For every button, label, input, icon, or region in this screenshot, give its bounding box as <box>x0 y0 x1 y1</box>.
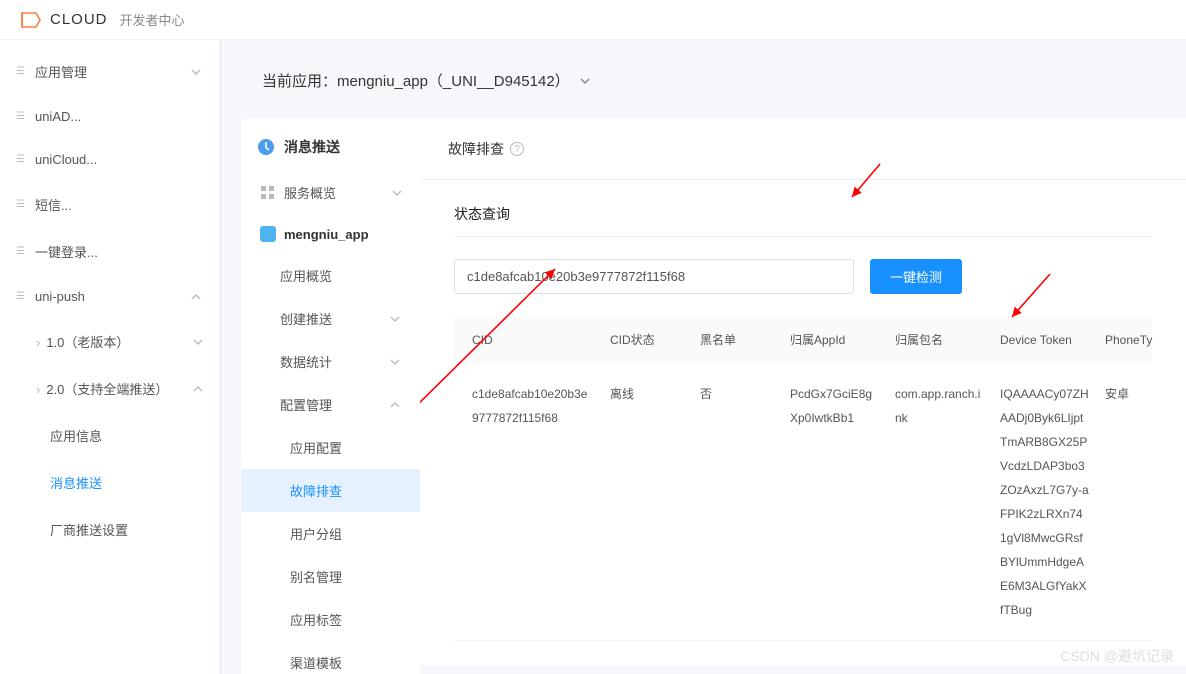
th-black: 黑名单 <box>692 328 782 352</box>
nav-vendor-push[interactable]: 厂商推送设置 <box>0 506 219 553</box>
mid-app-config[interactable]: 应用配置 <box>242 426 420 469</box>
mid-user-group[interactable]: 用户分组 <box>242 512 420 555</box>
mid-alias[interactable]: 别名管理 <box>242 555 420 598</box>
logo-text: CLOUD <box>50 11 108 28</box>
chevron-up-icon <box>191 292 201 302</box>
header-title: 开发者中心 <box>120 10 185 29</box>
app-icon <box>260 226 276 242</box>
mid-overview[interactable]: 服务概览 <box>242 171 420 214</box>
mid-app-overview[interactable]: 应用概览 <box>242 254 420 297</box>
list-icon: ☰ <box>16 199 25 210</box>
mid-app-tag[interactable]: 应用标签 <box>242 598 420 641</box>
td-phone: 安卓 <box>1097 382 1167 406</box>
nav-msg-push[interactable]: 消息推送 <box>0 459 219 506</box>
app-selector[interactable]: 当前应用： mengniu_app（_UNI__D945142） <box>242 56 1186 105</box>
nav-push-v1[interactable]: ›1.0（老版本） <box>0 318 219 365</box>
content-area: 故障排查 ? 状态查询 一键检测 CID CID状态 黑名单 归属Ap <box>420 119 1186 674</box>
nav-app-manage[interactable]: ☰应用管理 <box>0 48 219 95</box>
push-title: 消息推送 <box>242 123 420 171</box>
chevron-down-icon <box>193 337 203 347</box>
grid-icon <box>260 185 276 201</box>
nav-uniad[interactable]: ☰uniAD... <box>0 95 219 138</box>
mid-channel[interactable]: 渠道模板 <box>242 641 420 674</box>
th-token: Device Token <box>992 328 1097 352</box>
th-phone: PhoneTy <box>1097 328 1167 352</box>
th-appid: 归属AppId <box>782 328 887 352</box>
nav-app-info[interactable]: 应用信息 <box>0 412 219 459</box>
nav-unicloud[interactable]: ☰uniCloud... <box>0 138 219 181</box>
help-icon[interactable]: ? <box>510 142 524 156</box>
nav-sms[interactable]: ☰短信... <box>0 181 219 228</box>
mid-troubleshoot[interactable]: 故障排查 <box>242 469 420 512</box>
td-cid: c1de8afcab10e20b3e9777872f115f68 <box>464 382 602 430</box>
current-app-name: mengniu_app（_UNI__D945142） <box>337 70 570 91</box>
chevron-up-icon <box>390 400 400 410</box>
list-icon: ☰ <box>16 111 25 122</box>
table-row: c1de8afcab10e20b3e9777872f115f68 离线 否 Pc… <box>454 364 1152 641</box>
cid-input[interactable] <box>454 259 854 294</box>
sidebar-main: ☰应用管理 ☰uniAD... ☰uniCloud... ☰短信... ☰一键登… <box>0 40 222 674</box>
td-black: 否 <box>692 382 782 406</box>
th-pkg: 归属包名 <box>887 328 992 352</box>
th-status: CID状态 <box>602 328 692 352</box>
chevron-down-icon <box>191 67 201 77</box>
chevron-down-icon <box>390 314 400 324</box>
list-icon: ☰ <box>16 154 25 165</box>
nav-push-v2[interactable]: ›2.0（支持全端推送） <box>0 365 219 412</box>
mid-create-push[interactable]: 创建推送 <box>242 297 420 340</box>
mid-app-name[interactable]: mengniu_app <box>242 214 420 254</box>
chevron-up-icon <box>193 384 203 394</box>
top-header: CLOUD 开发者中心 <box>0 0 1186 40</box>
logo-icon <box>20 11 42 29</box>
detect-button[interactable]: 一键检测 <box>870 259 962 294</box>
nav-uni-push[interactable]: ☰uni-push <box>0 275 219 318</box>
page-title: 故障排查 ? <box>420 119 1186 180</box>
td-pkg: com.app.ranch.ink <box>887 382 992 430</box>
logo[interactable]: CLOUD <box>20 11 120 29</box>
list-icon: ☰ <box>16 66 25 77</box>
chevron-down-icon <box>390 357 400 367</box>
td-status: 离线 <box>602 382 692 406</box>
mid-stats[interactable]: 数据统计 <box>242 340 420 383</box>
bell-icon <box>256 137 276 157</box>
list-icon: ☰ <box>16 246 25 257</box>
result-table: CID CID状态 黑名单 归属AppId 归属包名 Device Token … <box>454 316 1152 641</box>
status-query-title: 状态查询 <box>454 204 1152 237</box>
th-cid: CID <box>464 328 602 352</box>
chevron-down-icon <box>580 76 590 86</box>
nav-onekey-login[interactable]: ☰一键登录... <box>0 228 219 275</box>
chevron-down-icon <box>392 188 402 198</box>
list-icon: ☰ <box>16 291 25 302</box>
td-token: IQAAAACy07ZHAADj0Byk6LIjptTmARB8GX25PVcd… <box>992 382 1097 622</box>
mid-config[interactable]: 配置管理 <box>242 383 420 426</box>
sidebar-push: 消息推送 服务概览 mengniu_app 应用概览 创建推送 数据统计 配置管… <box>242 119 420 674</box>
td-appid: PcdGx7GciE8gXp0IwtkBb1 <box>782 382 887 430</box>
